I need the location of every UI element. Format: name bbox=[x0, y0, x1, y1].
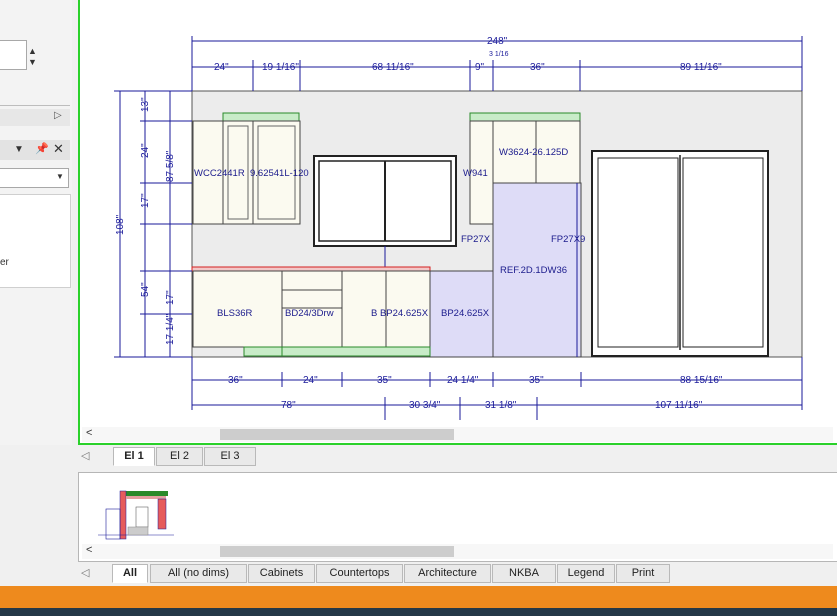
dim-b2-2: 30 3/4" bbox=[409, 400, 441, 411]
dim-top-1: 24" bbox=[214, 62, 229, 73]
tab-architecture[interactable]: Architecture bbox=[404, 564, 491, 583]
dim-left-5: 87 5/8" bbox=[165, 150, 176, 182]
overview-scroll-left-icon[interactable]: < bbox=[86, 544, 92, 556]
dim-b2-4: 107 11/16" bbox=[655, 400, 703, 411]
tab-countertops[interactable]: Countertops bbox=[316, 564, 403, 583]
dim-top-2: 19 1/16" bbox=[262, 62, 299, 73]
label-base-bp: BP24.625X bbox=[441, 308, 490, 319]
overview-scroll-thumb[interactable] bbox=[220, 546, 454, 557]
label-base-drawer: BD24/3Drw bbox=[285, 308, 334, 319]
view-tab-scroll-left-icon[interactable]: ◁ bbox=[81, 566, 89, 579]
status-bar bbox=[0, 586, 837, 608]
tab-scroll-left-icon[interactable]: ◁ bbox=[81, 449, 89, 462]
tab-legend[interactable]: Legend bbox=[557, 564, 615, 583]
dim-left-6: 54" bbox=[140, 282, 151, 297]
dim-top-5: 3 1/16 bbox=[489, 51, 509, 58]
label-refrigerator: REF.2D.1DW36 bbox=[500, 265, 567, 276]
tab-print[interactable]: Print bbox=[616, 564, 670, 583]
tab-all[interactable]: All bbox=[112, 564, 148, 583]
dim-top-3: 68 11/16" bbox=[372, 62, 414, 73]
label-wall-left2: 9.62541L-120 bbox=[250, 168, 309, 179]
scroll-left-icon[interactable]: < bbox=[86, 427, 92, 439]
label-filler-right: FP27X9 bbox=[551, 234, 585, 245]
label-base-b: B BP24.625X bbox=[371, 308, 429, 319]
label-wall-left: WCC2441R bbox=[194, 168, 245, 179]
dim-b2-3: 31 1/8" bbox=[485, 400, 517, 411]
dim-b1-6: 88 15/16" bbox=[680, 375, 723, 386]
dim-b1-3: 35" bbox=[377, 375, 392, 386]
dim-b1-2: 24" bbox=[303, 375, 318, 386]
horizontal-scrollbar[interactable]: < bbox=[82, 427, 833, 442]
tab-el-1[interactable]: El 1 bbox=[113, 447, 155, 466]
dim-top-4: 9" bbox=[475, 62, 485, 73]
dim-left-2: 13" bbox=[140, 97, 151, 112]
label-filler-left: FP27X bbox=[461, 234, 491, 245]
dim-left-3: 24" bbox=[140, 143, 151, 158]
label-wall-mid: W941 bbox=[463, 168, 488, 179]
dim-b2-1: 78" bbox=[281, 400, 296, 411]
taskbar-strip bbox=[0, 608, 837, 616]
tab-cabinets[interactable]: Cabinets bbox=[248, 564, 315, 583]
dim-left-8: 17 1/4" bbox=[165, 313, 176, 345]
tab-el-2[interactable]: El 2 bbox=[156, 447, 203, 466]
dim-b1-1: 36" bbox=[228, 375, 243, 386]
dim-b1-4: 24 1/4" bbox=[447, 375, 479, 386]
dim-overall-top: 248" bbox=[487, 36, 508, 47]
floorplan-thumbnail[interactable] bbox=[98, 489, 174, 543]
label-wall-right: W3624-26.125D bbox=[499, 147, 568, 158]
dim-top-7: 89 11/16" bbox=[680, 62, 722, 73]
label-base-left: BLS36R bbox=[217, 308, 253, 319]
tab-nkba[interactable]: NKBA bbox=[492, 564, 556, 583]
scroll-thumb[interactable] bbox=[220, 429, 454, 440]
view-tabs: ◁ All All (no dims) Cabinets Countertops… bbox=[78, 563, 837, 584]
dimension-labels: 248" 24" 19 1/16" 68 11/16" 9" 3 1/16 36… bbox=[115, 36, 723, 411]
dim-b1-5: 35" bbox=[529, 375, 544, 386]
tab-all-no-dims[interactable]: All (no dims) bbox=[150, 564, 247, 583]
dim-left-1: 108" bbox=[115, 214, 126, 235]
dim-left-7: 17" bbox=[165, 290, 176, 305]
tab-el-3[interactable]: El 3 bbox=[204, 447, 256, 466]
dim-left-4: 17" bbox=[140, 193, 151, 208]
elevation-tabs: ◁ El 1 El 2 El 3 bbox=[78, 446, 837, 467]
overview-scrollbar[interactable]: < bbox=[82, 544, 833, 559]
dim-top-6: 36" bbox=[530, 62, 545, 73]
